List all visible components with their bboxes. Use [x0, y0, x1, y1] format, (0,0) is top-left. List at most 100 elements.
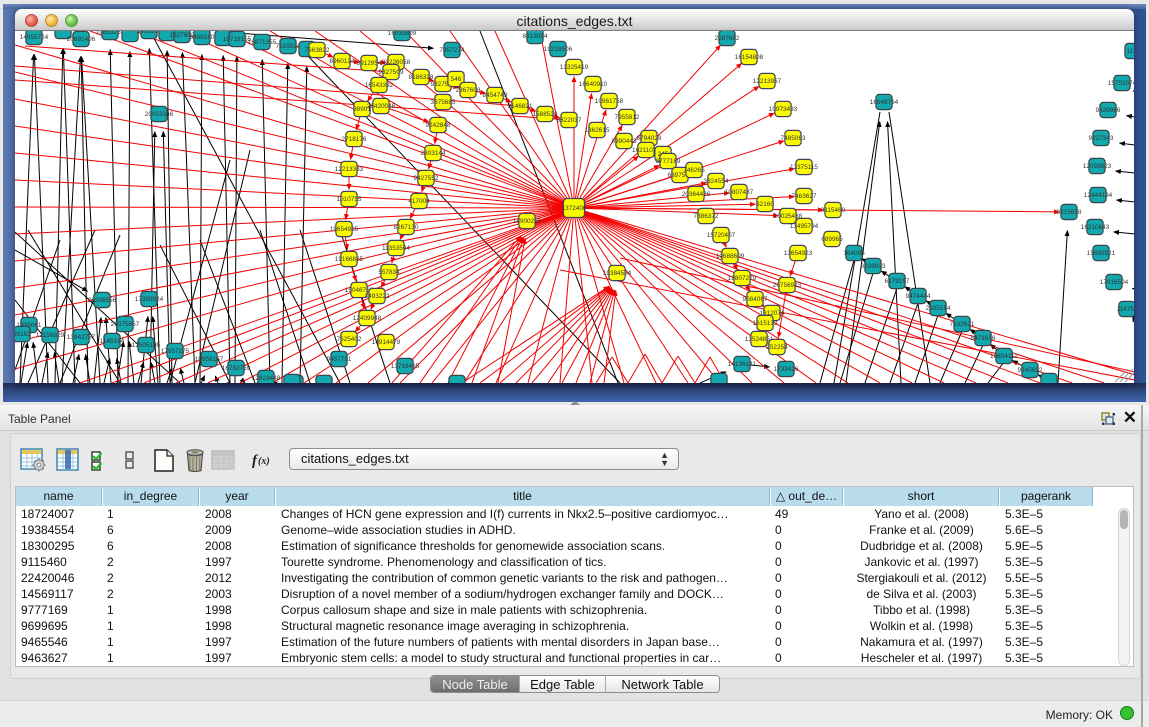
svg-text:417004: 417004	[408, 198, 430, 205]
svg-text:1372406: 1372406	[562, 205, 587, 212]
svg-text:8960124: 8960124	[330, 58, 355, 65]
svg-text:20756923: 20756923	[773, 282, 802, 289]
svg-text:8267130: 8267130	[394, 224, 419, 231]
svg-text:164095: 164095	[843, 250, 865, 257]
svg-text:20375857: 20375857	[111, 321, 140, 328]
svg-text:116753: 116753	[1117, 306, 1134, 313]
svg-text:9084067: 9084067	[743, 296, 768, 303]
svg-text:252254: 252254	[766, 344, 788, 351]
svg-text:1117: 1117	[1126, 48, 1134, 55]
svg-text:8471636: 8471636	[971, 335, 996, 342]
svg-text:1615132: 1615132	[753, 320, 778, 327]
svg-text:2087682: 2087682	[715, 35, 740, 42]
svg-text:13495794: 13495794	[790, 223, 819, 230]
svg-text:9436187: 9436187	[137, 31, 162, 35]
svg-text:8912954: 8912954	[357, 60, 382, 67]
svg-text:10973493: 10973493	[769, 106, 798, 113]
svg-text:2935154: 2935154	[926, 305, 951, 312]
svg-text:13325419: 13325419	[560, 64, 589, 71]
svg-text:12505195: 12505195	[132, 342, 161, 349]
svg-text:16671355: 16671355	[248, 39, 277, 46]
svg-text:9115460: 9115460	[821, 207, 846, 214]
svg-text:15720407: 15720407	[707, 232, 736, 239]
svg-text:7386372: 7386372	[694, 213, 719, 220]
svg-text:7632621: 7632621	[950, 321, 975, 328]
svg-text:17359924: 17359924	[135, 296, 164, 303]
svg-text:2367608: 2367608	[456, 87, 481, 94]
svg-text:19654985: 19654985	[330, 226, 359, 233]
svg-text:13942757: 13942757	[67, 334, 96, 341]
svg-text:9242848: 9242848	[426, 122, 451, 129]
svg-text:16210643: 16210643	[1081, 224, 1110, 231]
svg-text:6179197: 6179197	[885, 278, 910, 285]
svg-text:3493222: 3493222	[365, 293, 390, 300]
svg-text:8938923: 8938923	[861, 263, 886, 270]
svg-text:16648764: 16648764	[870, 99, 899, 106]
svg-text:9529966: 9529966	[1096, 107, 1121, 114]
svg-text:2718176: 2718176	[342, 136, 367, 143]
svg-text:8990443: 8990443	[612, 138, 637, 145]
svg-text:9427552: 9427552	[414, 175, 439, 182]
svg-text:20053346: 20053346	[145, 111, 174, 118]
svg-text:3875685: 3875685	[431, 99, 456, 106]
svg-text:12093823: 12093823	[1083, 163, 1112, 170]
svg-text:10654112: 10654112	[990, 353, 1018, 360]
svg-text:1145194: 1145194	[100, 338, 125, 345]
svg-text:9457791: 9457791	[327, 356, 352, 363]
svg-text:20364436: 20364436	[682, 191, 711, 198]
svg-text:26206556: 26206556	[88, 297, 117, 304]
svg-text:10807487: 10807487	[725, 189, 754, 196]
svg-text:14055724: 14055724	[20, 34, 49, 41]
svg-text:6466160: 6466160	[190, 34, 215, 41]
svg-text:1588520: 1588520	[533, 111, 558, 118]
svg-text:746266: 746266	[683, 167, 705, 174]
svg-text:13654923: 13654923	[784, 250, 813, 257]
svg-text:9227343: 9227343	[1089, 135, 1114, 142]
svg-text:8454749: 8454749	[483, 92, 508, 99]
svg-text:62160: 62160	[756, 201, 774, 208]
svg-text:12156829: 12156829	[36, 332, 65, 339]
svg-text:16154808: 16154808	[735, 54, 764, 61]
svg-text:15751074: 15751074	[1108, 80, 1134, 87]
svg-text:7515524: 7515524	[276, 43, 301, 50]
svg-text:7625402: 7625402	[337, 336, 362, 343]
svg-text:3824554: 3824554	[704, 178, 729, 185]
svg-text:6794028: 6794028	[637, 135, 662, 142]
svg-text:16543382: 16543382	[365, 82, 394, 89]
svg-text:19384554: 19384554	[603, 270, 632, 277]
svg-text:10653267: 10653267	[96, 31, 125, 36]
svg-text:(x): (x)	[258, 456, 270, 467]
svg-text:11353594: 11353594	[382, 245, 410, 252]
svg-text:12213967: 12213967	[753, 78, 782, 85]
svg-text:12409948: 12409948	[353, 315, 382, 322]
svg-text:7955812: 7955812	[615, 114, 640, 121]
svg-text:17016504: 17016504	[1100, 279, 1129, 286]
svg-text:9327509: 9327509	[379, 69, 404, 76]
svg-text:16033809: 16033809	[388, 31, 417, 37]
svg-text:12444194: 12444194	[1084, 192, 1113, 199]
svg-text:7663822: 7663822	[305, 47, 330, 54]
svg-text:20691406: 20691406	[67, 36, 96, 43]
svg-text:10961758: 10961758	[595, 98, 624, 105]
svg-text:16640910: 16640910	[579, 81, 608, 88]
svg-text:557834: 557834	[378, 269, 400, 276]
svg-text:16782759: 16782759	[222, 365, 251, 372]
svg-text:12823448: 12823448	[252, 375, 281, 382]
svg-text:1733426: 1733426	[774, 366, 799, 373]
svg-text:9146821: 9146821	[508, 103, 533, 110]
svg-text:9245652: 9245652	[1018, 367, 1043, 374]
svg-text:12375115: 12375115	[790, 164, 818, 171]
svg-text:8215958: 8215958	[1057, 209, 1082, 216]
svg-text:689965: 689965	[821, 236, 843, 243]
svg-text:9474444: 9474444	[906, 293, 931, 300]
svg-text:14914479: 14914479	[372, 339, 401, 346]
svg-text:18900235: 18900235	[513, 218, 542, 225]
svg-text:10958157: 10958157	[195, 356, 224, 363]
svg-text:7357274: 7357274	[440, 47, 465, 54]
svg-text:18807279: 18807279	[728, 275, 757, 282]
svg-text:8322037: 8322037	[557, 117, 582, 124]
svg-text:10688609: 10688609	[716, 253, 745, 260]
svg-text:19218506: 19218506	[544, 46, 573, 53]
svg-text:14136141: 14136141	[728, 361, 757, 368]
svg-text:13716485: 13716485	[391, 363, 420, 370]
